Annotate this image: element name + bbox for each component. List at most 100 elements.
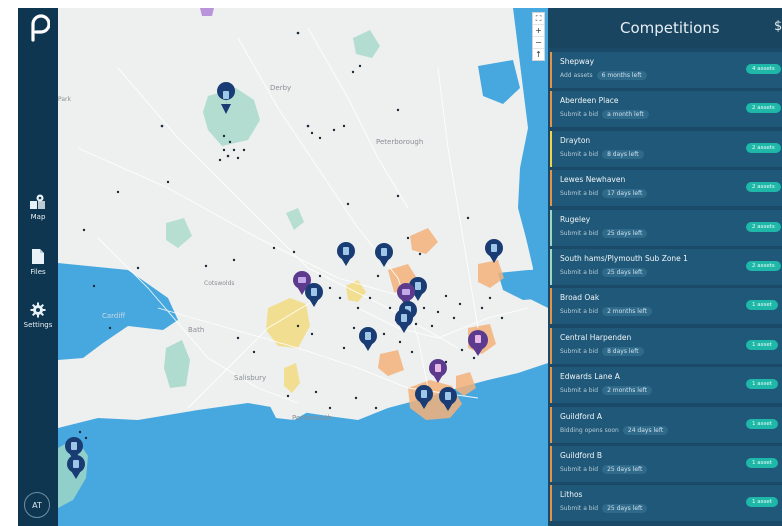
competition-action: Submit a bid [560, 269, 599, 276]
competition-name: Edwards Lane A [560, 372, 620, 382]
competition-action: Submit a bid [560, 466, 599, 473]
competition-card[interactable]: South hams/Plymouth Sub Zone 1 Submit a b… [550, 249, 782, 285]
asset-count-badge: 1 asset [746, 458, 778, 468]
asset-count-badge: 2 assets [746, 261, 781, 271]
asset-count-badge: 2 assets [746, 182, 781, 193]
time-left-pill: 2 months left [602, 307, 653, 317]
zone-orange-cambs [410, 228, 438, 254]
competition-status: Submit a bid 8 days left [560, 149, 644, 159]
time-left-pill: 8 days left [602, 346, 644, 356]
nav-label-map: Map [30, 213, 46, 221]
asset-count-badge: 2 assets [746, 142, 781, 153]
competition-card[interactable]: Broad Oak Submit a bid 2 months left 1 asse… [550, 288, 782, 325]
time-left-pill: a month left [602, 110, 649, 120]
competitions-panel: Competitions $ Shepway Add assets 6 months… [548, 8, 782, 526]
time-left-pill: 25 days left [602, 228, 648, 238]
competition-card[interactable]: Central Harpenden Submit a bid 8 days left… [550, 327, 782, 364]
nav-item-files[interactable]: Files [18, 248, 58, 276]
map-pin-icon [30, 194, 45, 209]
panel-header: Competitions $ [548, 8, 782, 48]
fullscreen-button[interactable]: ⛶ [533, 13, 544, 25]
competition-action: Bidding opens soon [560, 426, 619, 434]
map-label-cardiff: Cardiff [102, 312, 126, 320]
zone-orange-surrey [378, 350, 404, 376]
nav-item-map[interactable]: Map [18, 194, 58, 221]
asset-count-badge: 1 asset [746, 497, 778, 508]
asset-count-badge: 1 asset [746, 339, 778, 350]
map-zoom-controls: ⛶ + − ↑ [532, 12, 545, 61]
zoom-in-button[interactable]: + [533, 25, 544, 37]
competition-action: Submit a bid [560, 505, 599, 513]
competition-status: Submit a bid 25 days left [560, 504, 648, 514]
map-label-portsmouth: Portsmouth [292, 414, 333, 422]
reset-north-button[interactable]: ↑ [533, 49, 544, 60]
nav-label-settings: Settings [23, 321, 53, 329]
competition-card[interactable]: Drayton Submit a bid 8 days left 2 assets [550, 130, 782, 167]
competition-action: Add assets [560, 72, 593, 79]
time-left-pill: 2 months left [602, 386, 653, 396]
app-frame: Map Files Settings AT Derby Peterborough… [0, 0, 782, 526]
map-label-bath: Bath [188, 326, 205, 334]
competition-card[interactable]: Lithos Submit a bid 25 days left 1 asset [550, 485, 782, 522]
competition-action: Submit a bid [560, 308, 599, 316]
competition-name: Aberdeen Place [560, 96, 619, 106]
competition-status: Bidding opens soon 24 days left [560, 425, 669, 435]
competition-status: Submit a bid a month left [560, 110, 649, 120]
competition-card[interactable]: Guildford A Bidding opens soon 24 days lef… [550, 406, 782, 443]
competition-status: Submit a bid 2 months left [560, 307, 653, 317]
zone-orange-essex [478, 260, 504, 288]
asset-count-badge: 1 asset [746, 379, 778, 390]
competition-card[interactable]: Edwards Lane A Submit a bid 2 months left 1… [550, 367, 782, 404]
asset-count-badge: 2 assets [746, 103, 781, 114]
map-label-peterborough: Peterborough [376, 138, 424, 146]
marker-pin-cluster [429, 359, 447, 383]
competition-action: Submit a bid [560, 111, 599, 119]
app-logo[interactable] [26, 14, 50, 42]
competition-card[interactable]: Lewes Newhaven Submit a bid 17 days left 2 … [550, 170, 782, 207]
marker-pin [305, 283, 323, 307]
competition-card[interactable]: Shepway Add assets 6 months left 4 assets [550, 52, 782, 88]
map-label-salisbury: Salisbury [234, 374, 267, 382]
zone-green-north [353, 30, 380, 58]
competition-status: Submit a bid 2 months left [560, 386, 653, 396]
marker-pin [359, 327, 377, 351]
nav-item-settings[interactable]: Settings [18, 302, 58, 329]
competition-name: Guildford B [560, 451, 602, 460]
asset-count-badge: 2 assets [746, 221, 781, 232]
competition-action: Submit a bid [560, 190, 599, 198]
zoom-out-button[interactable]: − [533, 37, 544, 49]
competition-name: Central Harpenden [560, 332, 632, 342]
competition-card[interactable]: Guildford B Submit a bid 25 days left 1 ass… [550, 446, 782, 482]
competition-action: Submit a bid [560, 387, 599, 395]
competition-status: Submit a bid 8 days left [560, 346, 644, 356]
asset-count-badge: 1 asset [746, 418, 778, 429]
user-avatar[interactable]: AT [24, 492, 50, 518]
competition-action: Submit a bid [560, 229, 599, 237]
time-left-pill: 25 days left [602, 465, 648, 474]
time-left-pill: 6 months left [596, 71, 647, 80]
marker-pin [375, 243, 393, 267]
time-left-pill: 25 days left [602, 504, 648, 514]
marker-pin [395, 309, 413, 333]
asset-count-badge: 4 assets [746, 64, 781, 74]
marker-pin [337, 242, 355, 266]
zone-green-small [286, 208, 304, 230]
competition-name: Shepway [560, 57, 595, 66]
panel-title-extra: $ [774, 19, 782, 34]
marker-pin-cluster [468, 330, 488, 356]
sidebar: Map Files Settings AT [18, 8, 58, 526]
competition-name: Lithos [560, 490, 583, 500]
zone-green-somerset [164, 340, 190, 388]
map-canvas[interactable] [58, 8, 548, 526]
competition-name: Rugeley [560, 214, 591, 224]
competition-status: Add assets 6 months left [560, 71, 647, 80]
map-label-derby: Derby [270, 84, 292, 92]
asset-count-badge: 1 asset [746, 300, 778, 311]
competition-action: Submit a bid [560, 347, 599, 355]
competition-status: Submit a bid 25 days left [560, 268, 648, 277]
competition-action: Submit a bid [560, 150, 599, 158]
file-icon [32, 249, 44, 264]
map-view[interactable]: Derby Peterborough Cotswolds Cardiff Bat… [58, 8, 548, 526]
competition-card[interactable]: Rugeley Submit a bid 25 days left 2 assets [550, 209, 782, 246]
competition-card[interactable]: Aberdeen Place Submit a bid a month left 2 … [550, 91, 782, 128]
